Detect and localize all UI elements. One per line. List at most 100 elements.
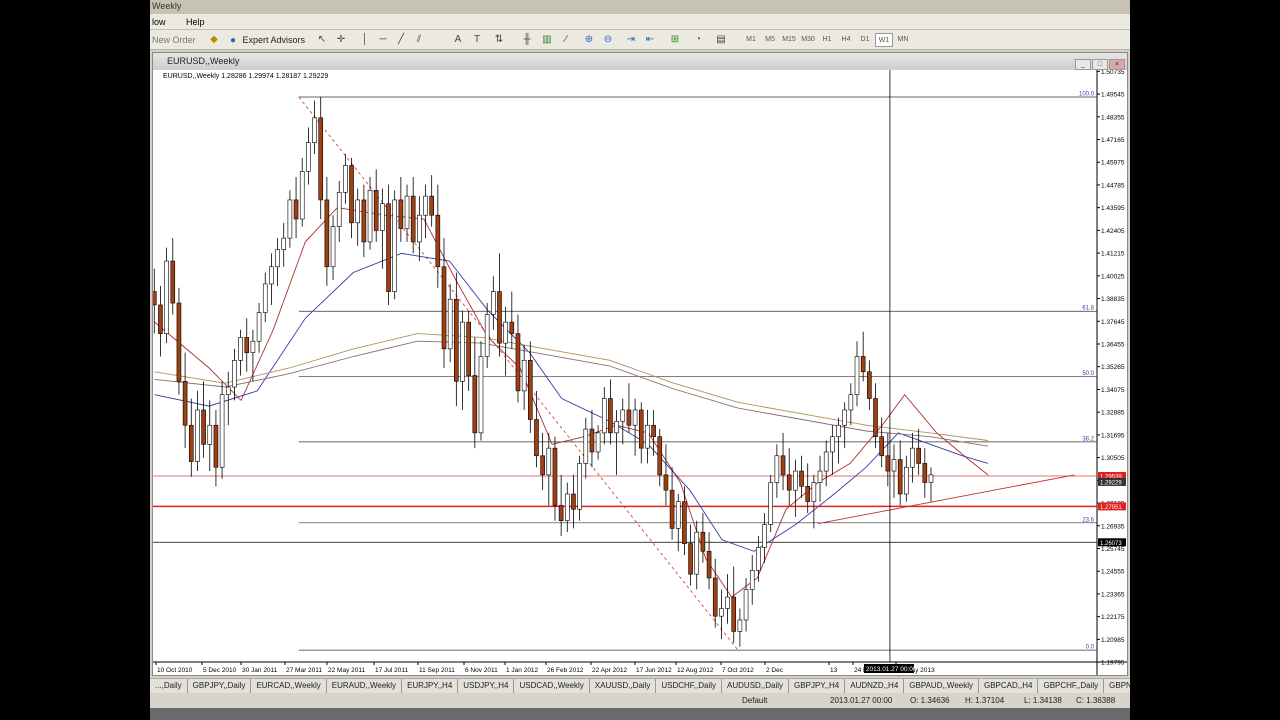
bullish-candle [614, 421, 619, 434]
terminal-screen: Weekly low Help New Order ◆ ● Expert Adv… [150, 0, 1130, 720]
chart-area[interactable]: EURUSD,,Weekly 1.28286 1.29974 1.28187 1… [153, 70, 1127, 675]
y-tick-label: 1.23365 [1101, 591, 1125, 598]
fib-level-label: 23.6 [1082, 517, 1094, 523]
templates-icon[interactable]: ▤ [714, 33, 728, 47]
new-order-button[interactable]: New Order [152, 32, 196, 48]
bearish-candle [153, 291, 157, 306]
channel-icon[interactable]: ⫽ [412, 33, 426, 47]
bearish-candle [201, 409, 206, 445]
bearish-candle [867, 371, 872, 399]
y-tick-label: 1.43595 [1101, 205, 1125, 212]
chart-tab[interactable]: GBPAUD,,Weekly [904, 679, 979, 693]
vertical-line-icon[interactable]: │ [358, 33, 372, 47]
trendline-icon[interactable]: ╱ [394, 33, 408, 47]
bearish-candle [626, 409, 632, 426]
periods-icon[interactable]: ◔ [691, 33, 705, 47]
tf-w1[interactable]: W1 [875, 33, 893, 47]
bullish-candle [601, 398, 607, 434]
bearish-candle [429, 195, 434, 216]
new-order-label: New Order [152, 35, 196, 45]
crosshair-icon[interactable]: ✛ [334, 33, 348, 47]
tf-h4[interactable]: H4 [837, 33, 855, 47]
tf-h1[interactable]: H1 [818, 33, 836, 47]
bullish-candle [645, 424, 650, 449]
tf-m15[interactable]: M15 [780, 33, 798, 47]
chart-tab[interactable]: USDCHF,,Daily [656, 679, 723, 693]
bearish-candle [712, 577, 718, 617]
fib-level-label: 61.8 [1082, 306, 1094, 312]
close-icon[interactable]: × [1109, 59, 1125, 70]
tf-mn[interactable]: MN [894, 33, 912, 47]
chart-tab[interactable]: AUDUSD,,Daily [722, 679, 790, 693]
chart-tab[interactable]: GBPJPY,,H4 [789, 679, 846, 693]
zoom-out-icon[interactable]: ⊖ [601, 33, 615, 47]
chart-tab[interactable]: XAUUSD,,Daily [590, 679, 657, 693]
chart-tab[interactable]: GBPNZD,,Daily [1104, 679, 1130, 693]
arrows-icon[interactable]: ⇅ [492, 33, 506, 47]
chart-tab[interactable]: GBPCAD,,H4 [979, 679, 1039, 693]
menu-item-help[interactable]: Help [186, 17, 205, 27]
chart-shift-icon[interactable]: ⇤ [643, 33, 657, 47]
tf-m5[interactable]: M5 [761, 33, 779, 47]
x-tick-label: 10 Oct 2010 [157, 667, 193, 674]
bullish-candle [460, 321, 465, 382]
price-chart[interactable]: EURUSD,,Weekly 1.28286 1.29974 1.28187 1… [153, 70, 1127, 675]
chart-tab[interactable]: EURAUD,,Weekly [327, 679, 403, 693]
chart-tab[interactable]: EURJPY,,H4 [402, 679, 459, 693]
chart-tab[interactable]: GBPJPY,,Daily [188, 679, 252, 693]
chart-tab[interactable]: AUDNZD,,H4 [845, 679, 905, 693]
chart-tab[interactable]: USDJPY,,H4 [458, 679, 515, 693]
x-tick-label: 2 Dec [766, 667, 784, 674]
bullish-candle [219, 394, 225, 468]
y-tick-label: 1.50735 [1101, 70, 1125, 76]
expert-advisor-icon[interactable]: ◆ [207, 33, 221, 47]
bullish-candle [632, 409, 638, 426]
bullish-candle [521, 360, 527, 392]
bullish-candle [287, 199, 293, 239]
bullish-candle [817, 470, 823, 483]
bullish-candle [830, 436, 835, 453]
bar-chart-icon[interactable]: ╫ [520, 33, 534, 47]
text-label-icon[interactable]: T [470, 33, 484, 47]
bullish-candle [256, 312, 262, 342]
chart-window-title: EURUSD,,Weekly [167, 56, 240, 66]
tf-m1[interactable]: M1 [742, 33, 760, 47]
bearish-candle [398, 199, 404, 229]
chart-tab[interactable]: ...,Daily [150, 679, 188, 693]
y-tick-label: 1.47165 [1101, 137, 1125, 144]
maximize-icon[interactable]: □ [1092, 59, 1108, 70]
bullish-candle [694, 531, 700, 575]
bearish-candle [860, 356, 866, 373]
bearish-candle [509, 321, 515, 334]
bearish-candle [435, 214, 441, 268]
y-tick-label: 1.30505 [1101, 455, 1125, 462]
bullish-candle [195, 409, 200, 462]
bearish-candle [454, 298, 459, 382]
tf-m30[interactable]: M30 [799, 33, 817, 47]
zoom-in-icon[interactable]: ⊕ [582, 33, 596, 47]
y-tick-label: 1.49545 [1101, 92, 1125, 99]
bullish-candle [225, 386, 231, 395]
menu-item-window[interactable]: low [152, 17, 166, 27]
bearish-candle [361, 199, 367, 243]
price-label-text: 1.27951 [1100, 505, 1122, 511]
chart-tab[interactable]: GBPCHF,,Daily [1038, 679, 1105, 693]
trendline [818, 474, 1075, 525]
line-chart-icon[interactable]: ∕ [559, 33, 573, 47]
price-label-text: 1.26073 [1100, 541, 1122, 547]
expert-advisors-button[interactable]: ● Expert Advisors [226, 32, 305, 48]
horizontal-line-icon[interactable]: ─ [376, 33, 390, 47]
cursor-icon[interactable]: ↖ [315, 33, 329, 47]
chart-ohlc-info: EURUSD,,Weekly 1.28286 1.29974 1.28187 1… [163, 73, 328, 80]
chart-tab[interactable]: USDCAD,,Weekly [514, 679, 590, 693]
bullish-candle [330, 226, 336, 268]
autoscroll-icon[interactable]: ⇥ [624, 33, 638, 47]
bearish-candle [373, 190, 379, 231]
minimize-icon[interactable]: _ [1075, 59, 1091, 70]
chart-tab[interactable]: EURCAD,,Weekly [251, 679, 327, 693]
candlestick-icon[interactable]: ▥ [540, 33, 554, 47]
indicators-icon[interactable]: ⊞ [668, 33, 682, 47]
tf-d1[interactable]: D1 [856, 33, 874, 47]
text-tool-icon[interactable]: A [451, 33, 465, 47]
window-controls: _ □ × [1074, 55, 1125, 70]
